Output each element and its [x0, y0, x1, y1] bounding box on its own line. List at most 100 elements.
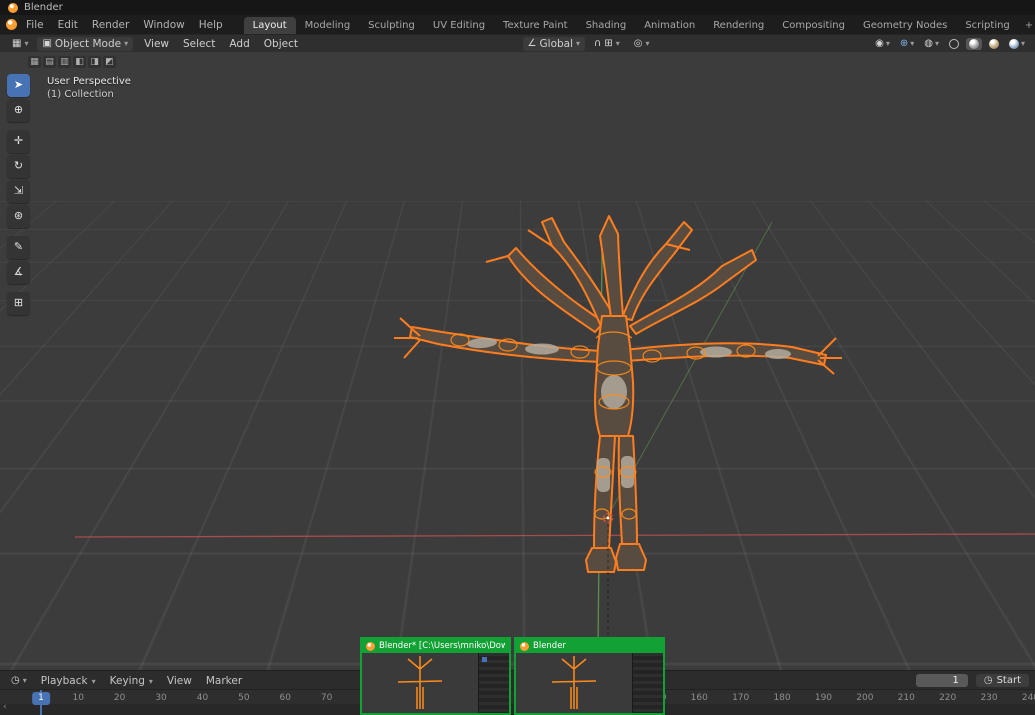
shading-rendered-button[interactable]: ▾	[1006, 38, 1028, 50]
clock-icon: ◷	[11, 676, 20, 686]
editor-corner-handle[interactable]: ‹	[3, 702, 7, 712]
viewport-preset-icon-6[interactable]: ◩	[103, 56, 116, 68]
clock-icon: ◷	[984, 676, 993, 686]
start-label: Start	[997, 675, 1021, 686]
mode-dropdown[interactable]: ▣ Object Mode ▾	[37, 37, 133, 51]
chevron-down-icon: ▾	[910, 40, 914, 48]
preview-titlebar: Blender* [C:\Users\mniko\Dow...	[362, 639, 509, 653]
tool-scale[interactable]: ⇲	[7, 180, 30, 203]
workspace-tabs: LayoutModelingSculptingUV EditingTexture…	[244, 15, 1035, 34]
menu-edit[interactable]: Edit	[51, 17, 85, 33]
material-shading-icon	[989, 39, 999, 49]
viewport-preset-icon-1[interactable]: ▦	[28, 56, 41, 68]
tab-geometry-nodes[interactable]: Geometry Nodes	[854, 17, 956, 34]
taskbar-preview-window-2[interactable]: Blender	[514, 637, 665, 715]
header-menu-add[interactable]: Add	[222, 36, 256, 52]
gizmos-dropdown[interactable]: ⊕ ▾	[897, 38, 917, 50]
visibility-dropdown[interactable]: ◉ ▾	[872, 38, 893, 50]
tool-annotate[interactable]: ✎	[7, 236, 30, 259]
tab-scripting[interactable]: Scripting	[956, 17, 1018, 34]
current-frame-indicator[interactable]: 1	[32, 692, 50, 705]
tab-layout[interactable]: Layout	[244, 17, 296, 34]
menu-file[interactable]: File	[19, 17, 51, 33]
tool-cursor[interactable]: ⊕	[7, 99, 30, 122]
menu-render[interactable]: Render	[85, 17, 136, 33]
header-menu-object[interactable]: Object	[257, 36, 305, 52]
snap-target-icon: ⊞	[604, 39, 612, 49]
viewport-preset-icon-2[interactable]: ▤	[43, 56, 56, 68]
timeline-menu-view[interactable]: View	[160, 673, 199, 689]
tab-rendering[interactable]: Rendering	[704, 17, 773, 34]
add-workspace-button[interactable]: +	[1019, 17, 1035, 34]
frame-tick-160: 160	[691, 693, 708, 703]
orientation-icon: ∠	[528, 39, 537, 49]
editor-type-dropdown[interactable]: ▦ ▾	[7, 38, 33, 50]
viewport-header: ▦ ▾ ▣ Object Mode ▾ ViewSelectAddObject …	[0, 34, 1035, 53]
timeline-menu-playback[interactable]: Playback	[34, 673, 103, 689]
tab-sculpting[interactable]: Sculpting	[359, 17, 424, 34]
window-title: Blender	[24, 2, 63, 13]
frame-tick-50: 50	[238, 693, 249, 703]
viewport-preset-icons: ▦▤▥◧◨◩	[28, 56, 116, 68]
mini-properties-panel	[478, 653, 509, 713]
timeline-menus: PlaybackKeyingViewMarker	[34, 673, 249, 689]
viewport-preset-icon-3[interactable]: ▥	[58, 56, 71, 68]
chevron-down-icon: ▾	[616, 40, 620, 48]
menu-help[interactable]: Help	[192, 17, 230, 33]
menu-window[interactable]: Window	[136, 17, 191, 33]
tab-shading[interactable]: Shading	[577, 17, 636, 34]
menubar: FileEditRenderWindowHelp LayoutModelingS…	[0, 15, 1035, 34]
chevron-down-icon: ▾	[124, 40, 128, 48]
titlebar: Blender	[0, 0, 1035, 15]
header-menu-select[interactable]: Select	[176, 36, 222, 52]
tab-modeling[interactable]: Modeling	[296, 17, 360, 34]
frame-start-field[interactable]: ◷ Start	[976, 674, 1029, 687]
viewport-preset-icon-4[interactable]: ◧	[73, 56, 86, 68]
transform-orientation-dropdown[interactable]: ∠ Global ▾	[523, 37, 585, 51]
3d-viewport[interactable]: ▦▤▥◧◨◩ User Perspective (1) Collection ➤…	[0, 52, 1035, 671]
viewport-preset-icon-5[interactable]: ◨	[88, 56, 101, 68]
frame-tick-30: 30	[155, 693, 166, 703]
frame-tick-60: 60	[280, 693, 291, 703]
chevron-down-icon: ▾	[24, 40, 28, 48]
shading-material-button[interactable]	[986, 38, 1002, 50]
overlays-dropdown[interactable]: ◍ ▾	[921, 38, 942, 50]
visibility-eye-icon: ◉	[875, 39, 884, 49]
preview-thumbnail	[516, 653, 663, 713]
proportional-edit-icon: ◎	[634, 39, 643, 49]
frame-tick-190: 190	[815, 693, 832, 703]
frame-tick-70: 70	[321, 693, 332, 703]
rendered-shading-icon	[1009, 39, 1019, 49]
tab-compositing[interactable]: Compositing	[773, 17, 854, 34]
tool-rotate[interactable]: ↻	[7, 155, 30, 178]
frame-tick-20: 20	[114, 693, 125, 703]
tool-add-cube[interactable]: ⊞	[7, 292, 30, 315]
tool-shelf: ➤⊕ ✛↻⇲⊛ ✎∡ ⊞	[7, 74, 30, 315]
current-frame-field[interactable]: 1	[916, 674, 968, 687]
gizmos-icon: ⊕	[900, 39, 908, 49]
taskbar-preview-window-1[interactable]: Blender* [C:\Users\mniko\Dow...	[360, 637, 511, 715]
header-menu-view[interactable]: View	[137, 36, 176, 52]
timeline-menu-keying[interactable]: Keying	[103, 673, 160, 689]
tool-measure[interactable]: ∡	[7, 261, 30, 284]
shading-solid-button[interactable]	[966, 38, 982, 50]
frame-tick-210: 210	[898, 693, 915, 703]
tab-uv-editing[interactable]: UV Editing	[424, 17, 494, 34]
proportional-editing-dropdown[interactable]: ◎ ▾	[629, 38, 655, 50]
snapping-dropdown[interactable]: ∩ ⊞ ▾	[589, 38, 625, 50]
tool-select-box[interactable]: ➤	[7, 74, 30, 97]
chevron-down-icon: ▾	[23, 677, 27, 685]
tool-move[interactable]: ✛	[7, 130, 30, 153]
shading-wireframe-button[interactable]	[946, 38, 962, 50]
tab-animation[interactable]: Animation	[635, 17, 704, 34]
tab-texture-paint[interactable]: Texture Paint	[494, 17, 577, 34]
timeline-editor-type-dropdown[interactable]: ◷ ▾	[6, 675, 32, 687]
chevron-down-icon: ▾	[646, 40, 650, 48]
mini-properties-panel	[632, 653, 663, 713]
tool-transform[interactable]: ⊛	[7, 205, 30, 228]
preview-thumbnail	[362, 653, 509, 713]
blender-app-menu-icon[interactable]	[6, 19, 17, 30]
timeline-menu-marker[interactable]: Marker	[199, 673, 249, 689]
blender-window: { "titlebar": { "title": "Blender" }, "m…	[0, 0, 1035, 715]
blender-logo-icon	[520, 642, 529, 651]
